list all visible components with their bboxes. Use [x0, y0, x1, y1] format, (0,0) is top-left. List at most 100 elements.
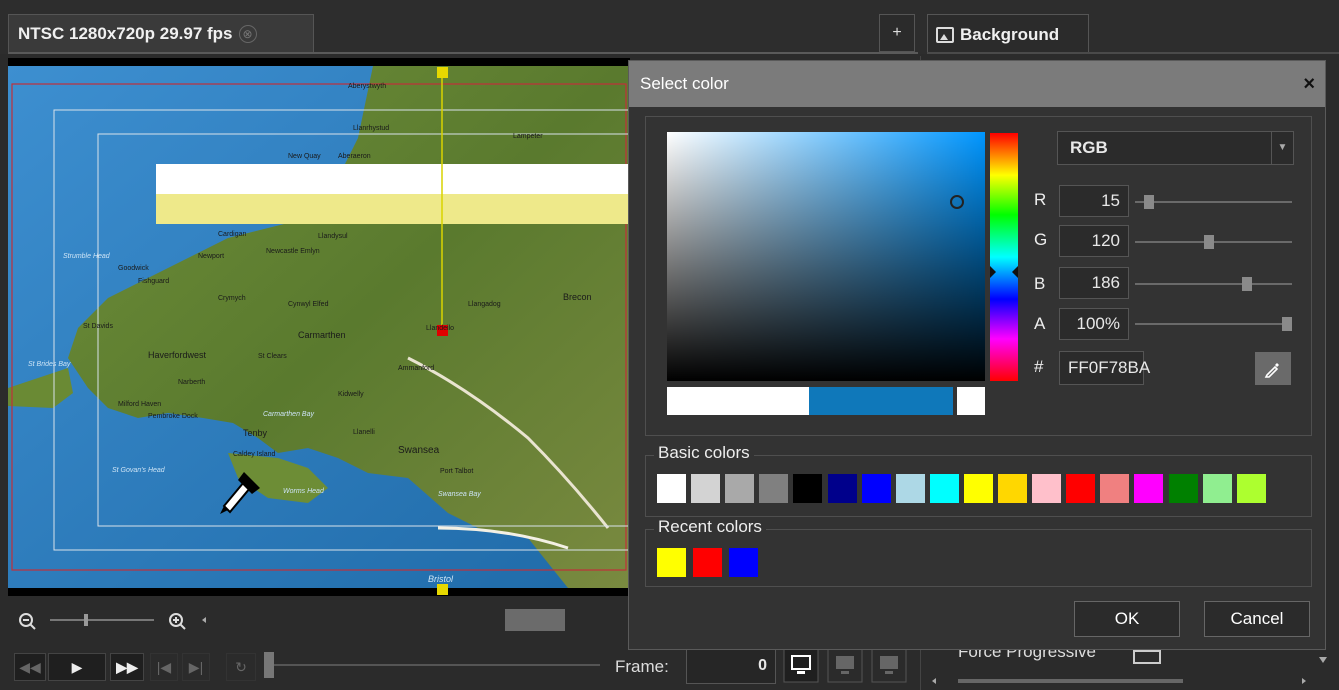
map-label: Carmarthen: [298, 330, 346, 340]
recent-color-swatch[interactable]: [729, 548, 758, 577]
map-label: Worms Head: [283, 488, 325, 495]
zoom-out-icon[interactable]: [19, 613, 36, 630]
channel-b-input[interactable]: 186: [1059, 267, 1129, 299]
map-label: Aberystwyth: [348, 83, 386, 90]
close-icon[interactable]: ×: [1303, 74, 1315, 94]
map-label: New Quay: [288, 153, 321, 160]
basic-color-swatch[interactable]: [793, 474, 823, 503]
recent-color-swatch[interactable]: [693, 548, 722, 577]
basic-color-swatch[interactable]: [759, 474, 789, 503]
map-label: Llanrhystud: [353, 125, 389, 132]
dialog-title-bar[interactable]: Select color ×: [629, 61, 1325, 107]
checker-monitor-icon[interactable]: [827, 647, 863, 683]
channel-g-input[interactable]: 120: [1059, 225, 1129, 257]
horizontal-scroll-thumb[interactable]: [505, 609, 565, 631]
map-label: Llandeilo: [426, 325, 454, 332]
recent-color-swatch[interactable]: [657, 548, 686, 577]
frame-input[interactable]: 0: [686, 648, 776, 684]
add-tab-button[interactable]: +: [879, 14, 915, 52]
dialog-title: Select color: [640, 74, 729, 93]
frame-label: Frame:: [615, 657, 669, 676]
zoom-slider-thumb[interactable]: [84, 614, 88, 626]
map-label: Crymych: [218, 295, 246, 302]
cancel-button[interactable]: Cancel: [1204, 601, 1310, 637]
color-mode-select[interactable]: RGB ▼: [1057, 131, 1294, 165]
preview-viewport[interactable]: Aberystwyth Llanrhystud Aberaeron New Qu…: [8, 58, 630, 596]
saturation-value-area[interactable]: [667, 132, 985, 381]
map-label: Pembroke Dock: [148, 413, 198, 420]
map-label: Tenby: [243, 428, 268, 438]
zoom-in-icon[interactable]: [169, 613, 186, 630]
next-frame-button[interactable]: ▶|: [182, 653, 210, 681]
rewind-button[interactable]: ◀◀: [14, 653, 46, 681]
basic-color-swatch[interactable]: [725, 474, 755, 503]
map-label: Swansea Bay: [438, 491, 481, 498]
basic-colors-label: Basic colors: [654, 443, 754, 463]
display-mode-buttons: [783, 647, 907, 683]
basic-color-swatch[interactable]: [963, 474, 993, 503]
basic-color-swatch[interactable]: [1134, 474, 1164, 503]
map-label: Llanelli: [353, 429, 375, 436]
map-label: Bristol: [428, 574, 454, 584]
monitor-icon[interactable]: [783, 647, 819, 683]
basic-color-swatch[interactable]: [657, 474, 686, 503]
basic-color-swatch[interactable]: [929, 474, 959, 503]
map-label: Aberaeron: [338, 153, 371, 160]
map-label: Llangadog: [468, 301, 501, 308]
basic-color-swatch[interactable]: [998, 474, 1027, 503]
tab-close-icon[interactable]: ⊗: [238, 24, 257, 43]
hex-input[interactable]: FF0F78BA: [1059, 351, 1150, 385]
timeline-slider[interactable]: [260, 640, 620, 690]
basic-color-swatch[interactable]: [1202, 474, 1232, 503]
map-label: Fishguard: [138, 278, 169, 285]
chevron-down-icon[interactable]: ▼: [1271, 132, 1293, 164]
panel-scroll-down-icon[interactable]: [1318, 654, 1328, 668]
channel-a-slider-thumb[interactable]: [1282, 317, 1292, 331]
basic-color-swatch[interactable]: [895, 474, 925, 503]
hue-marker-left[interactable]: [990, 266, 996, 278]
scroll-left-icon[interactable]: [202, 617, 206, 623]
basic-color-swatch[interactable]: [1066, 474, 1096, 503]
prev-frame-button[interactable]: |◀: [150, 653, 178, 681]
map-label: Goodwick: [118, 265, 149, 272]
channel-b-slider[interactable]: [1135, 283, 1292, 285]
map-label: Haverfordwest: [148, 350, 207, 360]
play-button[interactable]: ▶: [48, 653, 106, 681]
panel-horizontal-scrollbar[interactable]: [930, 676, 1310, 686]
channel-r-slider[interactable]: [1135, 201, 1292, 203]
ok-button[interactable]: OK: [1074, 601, 1180, 637]
map-label: Port Talbot: [440, 468, 473, 475]
basic-color-swatch[interactable]: [1236, 474, 1266, 503]
force-progressive-toggle[interactable]: [1133, 650, 1161, 664]
channel-g-slider-thumb[interactable]: [1204, 235, 1215, 249]
basic-color-swatch[interactable]: [1168, 474, 1198, 503]
map-label: Newport: [198, 253, 224, 260]
basic-color-swatch[interactable]: [691, 474, 721, 503]
channel-r-label: R: [1034, 190, 1047, 209]
tab-preview-label: NTSC 1280x720p 29.97 fps: [18, 23, 233, 43]
hex-label: #: [1034, 357, 1044, 376]
channel-a-input[interactable]: 100%: [1059, 308, 1129, 340]
tab-background[interactable]: Background: [927, 14, 1089, 54]
eyedropper-button[interactable]: [1255, 352, 1291, 385]
color-mode-value: RGB: [1070, 138, 1108, 157]
basic-color-swatch[interactable]: [1032, 474, 1062, 503]
hue-slider[interactable]: [990, 133, 1018, 381]
fast-forward-button[interactable]: ▶▶: [110, 653, 144, 681]
channel-r-input[interactable]: 15: [1059, 185, 1129, 217]
basic-color-swatch[interactable]: [1100, 474, 1130, 503]
hue-marker-right[interactable]: [1012, 266, 1018, 278]
tab-preview[interactable]: NTSC 1280x720p 29.97 fps ⊗: [8, 14, 314, 52]
image-icon: [936, 26, 954, 43]
basic-color-swatch[interactable]: [861, 474, 891, 503]
map-label: Newcastle Emlyn: [266, 248, 320, 255]
basic-color-swatch[interactable]: [827, 474, 857, 503]
map-label: St Clears: [258, 353, 287, 360]
channel-a-slider[interactable]: [1135, 323, 1292, 325]
output-monitor-icon[interactable]: [871, 647, 907, 683]
alpha-preview: [957, 387, 985, 415]
loop-icon[interactable]: ↻: [226, 653, 256, 681]
channel-b-slider-thumb[interactable]: [1242, 277, 1253, 291]
color-cursor[interactable]: [950, 195, 964, 209]
channel-r-slider-thumb[interactable]: [1143, 195, 1154, 209]
